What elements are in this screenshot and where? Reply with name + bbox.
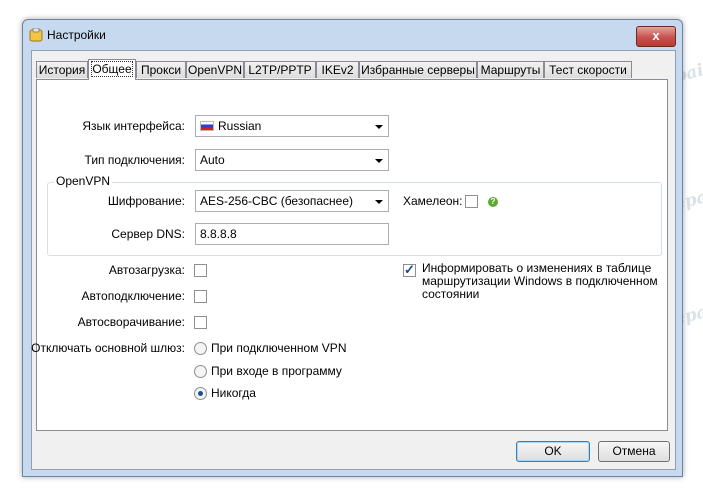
tab-l2tp-pptp[interactable]: L2TP/PPTP [244,61,316,78]
tab-favorite-servers[interactable]: Избранные серверы [359,61,477,78]
autoconnect-checkbox[interactable] [194,290,207,303]
autominimize-label: Автосворачивание: [77,315,185,329]
language-value: Russian [218,119,262,133]
gateway-radio-on-start[interactable] [194,365,207,378]
close-button[interactable]: x [636,26,676,47]
autoconnect-label: Автоподключение: [81,289,185,303]
notify-routes-label: Информировать о изменениях в таблице мар… [422,261,658,301]
tab-routes[interactable]: Маршруты [477,61,544,78]
autominimize-checkbox[interactable] [194,316,207,329]
cancel-button[interactable]: Отмена [598,441,670,462]
general-tab-panel: Язык интерфейса: Russian Тип подключения… [31,79,668,431]
settings-window: Настройки x История Общее Прокси OpenVPN… [22,19,683,477]
chameleon-checkbox[interactable] [465,195,478,208]
autostart-label: Автозагрузка: [108,263,185,277]
window-title: Настройки [47,28,106,42]
gateway-radio-never[interactable] [194,387,207,400]
openvpn-group-title: OpenVPN [54,174,113,188]
help-icon[interactable]: ? [488,197,498,207]
connection-type-value: Auto [200,153,225,167]
tab-general[interactable]: Общее [88,59,136,80]
gateway-option-label: Никогда [211,386,256,400]
tab-history[interactable]: История [36,61,88,78]
notify-routes-checkbox[interactable] [403,262,416,278]
tab-proxy[interactable]: Прокси [136,61,186,78]
tab-ikev2[interactable]: IKEv2 [316,61,359,78]
encryption-label: Шифрование: [107,194,185,208]
gateway-radio-vpn-connected[interactable] [194,342,207,355]
client-area: История Общее Прокси OpenVPN L2TP/PPTP I… [31,50,676,470]
connection-type-select[interactable]: Auto [195,149,389,171]
tab-openvpn[interactable]: OpenVPN [186,61,244,78]
gateway-option-label: При подключенном VPN [211,341,347,355]
language-select[interactable]: Russian [195,115,389,137]
dns-input[interactable]: 8.8.8.8 [195,223,389,245]
close-icon: x [652,28,660,43]
dns-value: 8.8.8.8 [200,227,237,241]
gateway-option-label: При входе в программу [211,364,342,378]
encryption-value: AES-256-CBC (безопаснее) [200,194,354,208]
chevron-down-icon [375,159,383,163]
gateway-label: Отключать основной шлюз: [31,341,185,355]
chameleon-label: Хамелеон: [403,194,463,208]
ok-button[interactable]: OK [516,441,590,462]
encryption-select[interactable]: AES-256-CBC (безопаснее) [195,190,389,212]
connection-type-label: Тип подключения: [84,153,185,167]
russia-flag-icon [200,121,214,131]
dns-label: Сервер DNS: [111,227,185,241]
chevron-down-icon [375,200,383,204]
tab-speed-test[interactable]: Тест скорости [544,61,632,78]
autostart-checkbox[interactable] [194,264,207,277]
app-icon [29,28,43,42]
title-bar[interactable]: Настройки x [23,20,682,50]
language-label: Язык интерфейса: [82,119,185,133]
chevron-down-icon [375,125,383,129]
